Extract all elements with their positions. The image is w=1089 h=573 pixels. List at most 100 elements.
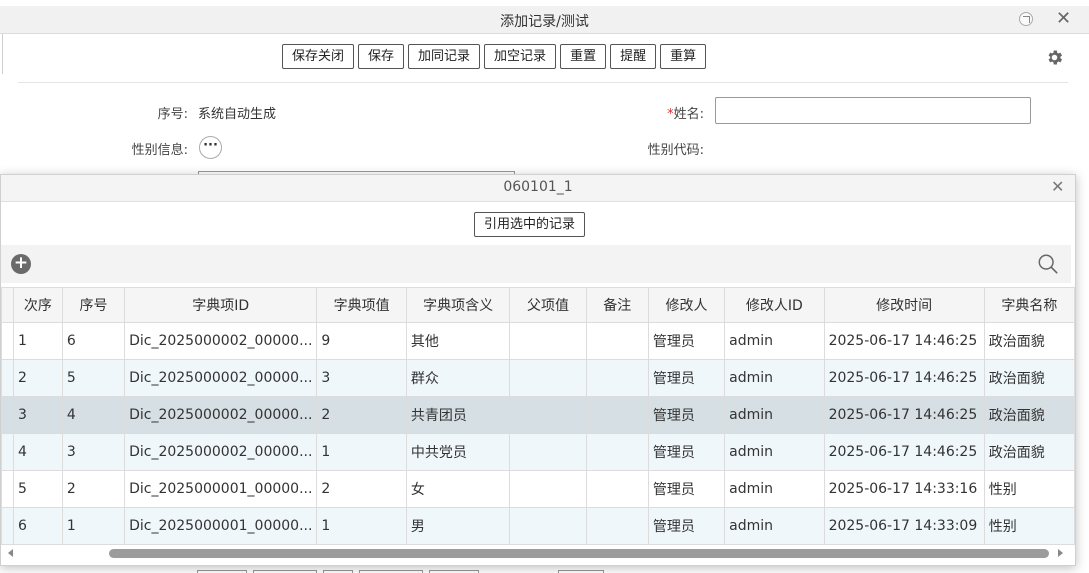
order-cell: 3: [12, 396, 63, 434]
parent-cell: [509, 470, 587, 508]
column-header[interactable]: 父项值: [509, 287, 587, 323]
dict-name-link[interactable]: 性别: [983, 507, 1076, 545]
gear-icon[interactable]: [1045, 48, 1064, 67]
column-header[interactable]: 字典项值: [316, 287, 407, 323]
scrollbar-thumb[interactable]: [109, 549, 1049, 558]
window-titlebar: 添加记录/测试 ✕: [0, 6, 1089, 34]
parent-cell: [509, 359, 587, 397]
name-label: *姓名:: [640, 103, 704, 122]
value-cell: 1: [316, 507, 407, 545]
serial-cell: 1: [61, 507, 126, 545]
row-selector[interactable]: [1, 470, 14, 508]
record-toolbar: 保存关闭 保存 加同记录 加空记录 重置 提醒 重算: [0, 44, 1089, 70]
dict-name-link[interactable]: 性别: [983, 470, 1076, 508]
column-header[interactable]: 修改人ID: [724, 287, 825, 323]
reset-button[interactable]: 重置: [560, 44, 607, 69]
table-row[interactable]: 5 2 Dic_2025000001_00000... 2 女 管理员 admi…: [1, 470, 1076, 508]
value-cell: 3: [316, 359, 407, 397]
meaning-cell: 共青团员: [405, 396, 511, 434]
close-icon[interactable]: ✕: [1051, 177, 1064, 196]
save-button[interactable]: 保存: [358, 44, 405, 69]
note-cell: [585, 322, 649, 360]
time-cell: 2025-06-17 14:46:25: [823, 359, 985, 397]
restore-icon[interactable]: [1019, 12, 1033, 26]
remind-button[interactable]: 提醒: [610, 44, 657, 69]
note-cell: [585, 433, 649, 471]
dict-name-link[interactable]: 政治面貌: [983, 396, 1076, 434]
column-header[interactable]: 修改时间: [823, 287, 985, 323]
dict-name-link[interactable]: 政治面貌: [983, 322, 1076, 360]
serial-cell: 3: [61, 433, 126, 471]
add-icon[interactable]: +: [11, 254, 31, 274]
column-header[interactable]: 序号: [61, 287, 126, 323]
modifier-cell: 管理员: [647, 507, 726, 545]
table-row-selected[interactable]: 3 4 Dic_2025000002_00000... 2 共青团员 管理员 a…: [1, 396, 1076, 434]
column-header[interactable]: 字典项ID: [124, 287, 318, 323]
toolbar-divider: [18, 82, 1068, 83]
add-empty-record-button[interactable]: 加空记录: [484, 44, 557, 69]
modifier-id-cell: admin: [724, 470, 825, 508]
value-cell: 2: [316, 396, 407, 434]
gender-info-picker-button[interactable]: ···: [199, 136, 222, 159]
dict-name-link[interactable]: 政治面貌: [983, 359, 1076, 397]
row-selector[interactable]: [1, 396, 14, 434]
table-row[interactable]: 6 1 Dic_2025000001_00000... 1 男 管理员 admi…: [1, 507, 1076, 545]
modifier-cell: 管理员: [647, 470, 726, 508]
recalculate-button[interactable]: 重算: [660, 44, 707, 69]
time-cell: 2025-06-17 14:33:16: [823, 470, 985, 508]
modifier-id-cell: admin: [724, 322, 825, 360]
name-input[interactable]: [715, 97, 1031, 124]
note-cell: [585, 507, 649, 545]
order-cell: 5: [12, 470, 63, 508]
close-icon[interactable]: ✕: [1056, 9, 1071, 29]
item-id-cell: Dic_2025000001_00000...: [124, 507, 318, 545]
meaning-cell: 中共党员: [405, 433, 511, 471]
meaning-cell: 其他: [405, 322, 511, 360]
time-cell: 2025-06-17 14:46:25: [823, 322, 985, 360]
row-selector[interactable]: [1, 322, 14, 360]
note-cell: [585, 359, 649, 397]
dialog-title: 060101_1: [503, 179, 573, 195]
order-cell: 6: [12, 507, 63, 545]
column-header[interactable]: 次序: [12, 287, 63, 323]
row-selector[interactable]: [1, 507, 14, 545]
row-selector[interactable]: [1, 359, 14, 397]
modifier-cell: 管理员: [647, 396, 726, 434]
row-selector[interactable]: [1, 433, 14, 471]
value-cell: 1: [316, 433, 407, 471]
item-id-cell: Dic_2025000002_00000...: [124, 396, 318, 434]
time-cell: 2025-06-17 14:46:25: [823, 433, 985, 471]
window-title: 添加记录/测试: [500, 14, 589, 30]
parent-cell: [509, 433, 587, 471]
order-cell: 1: [12, 322, 63, 360]
column-header[interactable]: 字典项含义: [405, 287, 511, 323]
column-header[interactable]: 备注: [585, 287, 649, 323]
column-header[interactable]: 修改人: [647, 287, 726, 323]
search-icon[interactable]: [1037, 253, 1059, 275]
note-cell: [585, 396, 649, 434]
modifier-id-cell: admin: [724, 507, 825, 545]
table-row[interactable]: 4 3 Dic_2025000002_00000... 1 中共党员 管理员 a…: [1, 433, 1076, 471]
save-close-button[interactable]: 保存关闭: [282, 44, 355, 69]
dict-name-link[interactable]: 政治面貌: [983, 433, 1076, 471]
meaning-cell: 男: [405, 507, 511, 545]
serial-cell: 5: [61, 359, 126, 397]
column-header[interactable]: 字典名称: [983, 287, 1076, 323]
add-same-record-button[interactable]: 加同记录: [408, 44, 481, 69]
value-cell: 2: [316, 470, 407, 508]
order-cell: 4: [12, 433, 63, 471]
reference-selected-button[interactable]: 引用选中的记录: [474, 212, 586, 237]
scroll-left-icon[interactable]: [8, 549, 13, 557]
serial-cell: 2: [61, 470, 126, 508]
table-row[interactable]: 2 5 Dic_2025000002_00000... 3 群众 管理员 adm…: [1, 359, 1076, 397]
gender-info-label: 性别信息:: [131, 143, 188, 158]
table-row[interactable]: 1 6 Dic_2025000002_00000... 9 其他 管理员 adm…: [1, 322, 1076, 360]
dialog-titlebar: 060101_1 ✕: [1, 175, 1075, 202]
horizontal-scrollbar[interactable]: [1, 547, 1071, 559]
scroll-right-icon[interactable]: [1058, 549, 1063, 557]
column-header-checkbox: [1, 287, 14, 323]
value-cell: 9: [316, 322, 407, 360]
item-id-cell: Dic_2025000001_00000...: [124, 470, 318, 508]
dictionary-table: 次序 序号 字典项ID 字典项值 字典项含义 父项值 备注 修改人 修改人ID …: [1, 287, 1076, 545]
name-label-text: 姓名:: [673, 107, 704, 122]
